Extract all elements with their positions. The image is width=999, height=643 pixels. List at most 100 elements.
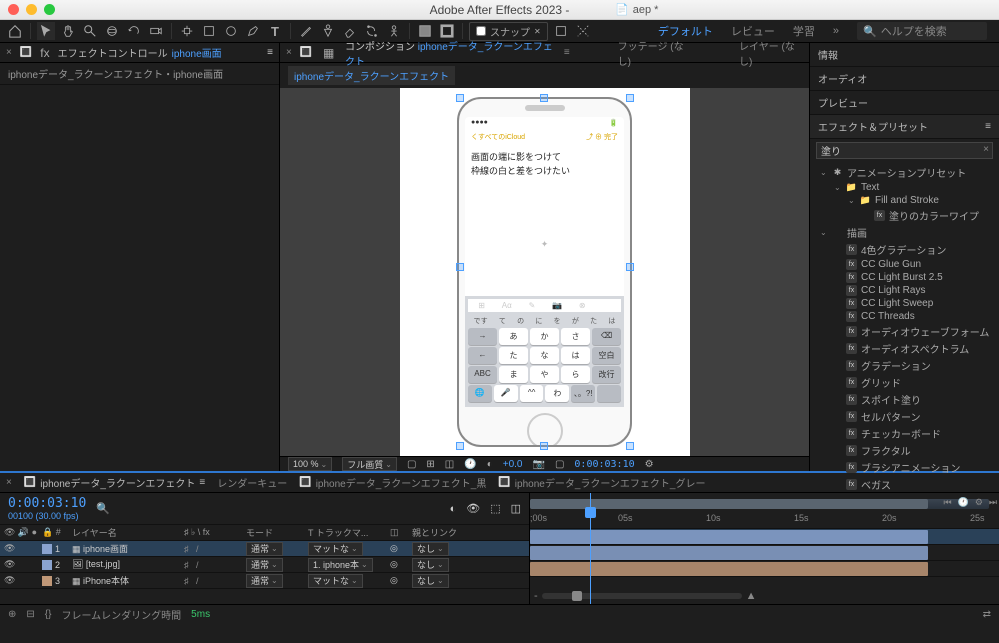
viewer[interactable]: ●●●●🔋 くすべてのiCloud ⤴ ⊕ 完了 画面の端に影をつけて 枠線の白…: [280, 88, 809, 456]
help-search[interactable]: 🔍 ヘルプを検索: [857, 22, 987, 40]
panel-lock-icon[interactable]: 🔳: [20, 47, 32, 58]
rect-tool-icon[interactable]: [200, 22, 218, 40]
hand-tool-icon[interactable]: [59, 22, 77, 40]
layer-tab[interactable]: レイヤー (なし): [739, 38, 803, 68]
effect-item[interactable]: fxCC Light Rays: [810, 284, 999, 297]
anchor-tool-icon[interactable]: [178, 22, 196, 40]
minimize-button[interactable]: [26, 4, 37, 15]
effect-item[interactable]: fxスポイト塗り: [810, 391, 999, 408]
effect-item[interactable]: ⌄📁Text: [810, 181, 999, 194]
info-panel-header[interactable]: 情報: [810, 43, 999, 67]
effect-item[interactable]: fx4色グラデーション: [810, 241, 999, 258]
tl-close-icon[interactable]: ×: [6, 477, 12, 488]
tl-nav-icon[interactable]: ⚙: [975, 497, 983, 508]
timeline-tab-3[interactable]: 🔳 iphoneデータ_ラクーンエフェクト_グレー: [498, 475, 705, 490]
effect-item[interactable]: fxセルパターン: [810, 408, 999, 425]
effect-item[interactable]: ⌄描画: [810, 224, 999, 241]
panel-options-icon[interactable]: ≡: [267, 47, 273, 58]
footage-tab[interactable]: フッテージ (なし): [618, 38, 691, 68]
effect-item[interactable]: fxオーディオスペクトラム: [810, 340, 999, 357]
composition-tab[interactable]: コンポジション iphoneデータ_ラクーンエフェクト: [345, 38, 556, 68]
timeline-track[interactable]: [530, 529, 999, 545]
effects-presets-header[interactable]: エフェクト＆プリセット≡: [810, 115, 999, 139]
tl-switch-icon[interactable]: ⇄: [983, 609, 991, 620]
tl-opt-icon[interactable]: ⬚: [490, 502, 500, 515]
tl-opt-icon[interactable]: 👁: [466, 502, 480, 515]
vf-grid-icon[interactable]: ⊞: [426, 459, 434, 470]
rotate-tool-icon[interactable]: [125, 22, 143, 40]
timeline-search-icon[interactable]: 🔍: [96, 502, 110, 515]
current-timecode[interactable]: 0:00:03:10: [8, 496, 86, 511]
orbit-tool-icon[interactable]: [103, 22, 121, 40]
tl-nav-icon[interactable]: ⏭: [989, 497, 997, 508]
tl-toggle-1-icon[interactable]: ⊕: [8, 609, 16, 620]
close-button[interactable]: [8, 4, 19, 15]
zoom-dropdown[interactable]: 100 %: [288, 457, 332, 471]
preview-panel-header[interactable]: プレビュー: [810, 91, 999, 115]
tl-toggle-3-icon[interactable]: {}: [45, 609, 52, 620]
snap-option-2-icon[interactable]: [574, 22, 592, 40]
footer-timecode[interactable]: 0:00:03:10: [574, 459, 634, 470]
timeline-layer-row[interactable]: 👁 1 ▦ iphone画面 ♯ / 通常 マットな ◎ なし: [0, 541, 529, 557]
effect-item[interactable]: fxチェッカーボード: [810, 425, 999, 442]
effect-item[interactable]: fxグラデーション: [810, 357, 999, 374]
vf-channel-icon[interactable]: ▢: [555, 459, 564, 470]
selection-tool-icon[interactable]: [37, 22, 55, 40]
tl-toggle-2-icon[interactable]: ⊟: [26, 609, 34, 620]
tl-zoom-in-icon[interactable]: ▲: [742, 590, 761, 602]
camera-tool-icon[interactable]: [147, 22, 165, 40]
timeline-track[interactable]: [530, 561, 999, 577]
panel-lock-icon[interactable]: 🔳: [300, 47, 312, 58]
tl-nav-icon[interactable]: ⏮: [943, 497, 951, 508]
vf-snapshot-icon[interactable]: 📷: [533, 459, 545, 470]
timeline-tab-1[interactable]: レンダーキュー: [217, 475, 287, 490]
vf-alpha-icon[interactable]: ◐: [487, 459, 493, 470]
panel-menu-icon[interactable]: ×: [6, 47, 12, 58]
snap-checkbox[interactable]: [476, 26, 486, 36]
source-dropdown[interactable]: iphoneデータ_ラクーンエフェクト: [288, 66, 455, 85]
tl-opt-icon[interactable]: ◐: [450, 503, 457, 515]
clear-search-icon[interactable]: ×: [983, 144, 989, 155]
effect-item[interactable]: fxオーディオウェーブフォーム: [810, 323, 999, 340]
panel-menu-icon[interactable]: ×: [286, 47, 292, 58]
timeline-zoom-slider[interactable]: [542, 593, 742, 599]
effect-item[interactable]: ⌄✱アニメーションプリセット: [810, 164, 999, 181]
timeline-layer-row[interactable]: 👁 3 ▦ iPhone本体 ♯ / 通常 マットな ◎ なし: [0, 573, 529, 589]
timeline-tab-2[interactable]: 🔳 iphoneデータ_ラクーンエフェクト_黒: [299, 475, 486, 490]
effects-search-input[interactable]: [816, 142, 993, 159]
timeline-tab-0[interactable]: 🔳 iphoneデータ_ラクーンエフェクト ≡: [24, 475, 205, 490]
zoom-tool-icon[interactable]: [81, 22, 99, 40]
effect-item[interactable]: ⌄📁Fill and Stroke: [810, 194, 999, 207]
maximize-button[interactable]: [44, 4, 55, 15]
tab-options-icon[interactable]: ≡: [564, 47, 570, 58]
vf-time-icon[interactable]: 🕐: [464, 459, 476, 470]
effect-item[interactable]: fxCC Light Burst 2.5: [810, 271, 999, 284]
vf-more-icon[interactable]: ⚙: [645, 459, 654, 470]
tl-opt-icon[interactable]: ◫: [511, 502, 521, 515]
time-ruler[interactable]: ;00s05s10s15s20s25s ⏮ 🕐 ⚙ ⏭: [530, 493, 999, 529]
home-icon[interactable]: [6, 22, 24, 40]
clone-tool-icon[interactable]: [319, 22, 337, 40]
ellipse-tool-icon[interactable]: [222, 22, 240, 40]
pen-tool-icon[interactable]: [244, 22, 262, 40]
effect-controls-tab[interactable]: エフェクトコントロール iphone画面: [58, 45, 222, 60]
text-tool-icon[interactable]: T: [266, 22, 284, 40]
playhead[interactable]: [590, 493, 591, 604]
vf-mask-icon[interactable]: ◫: [445, 459, 454, 470]
audio-panel-header[interactable]: オーディオ: [810, 67, 999, 91]
quality-dropdown[interactable]: フル画質: [342, 457, 397, 471]
exposure-value[interactable]: +0.0: [503, 459, 523, 470]
effect-item[interactable]: fxCC Light Sweep: [810, 297, 999, 310]
brush-tool-icon[interactable]: [297, 22, 315, 40]
effect-item[interactable]: fxCC Threads: [810, 310, 999, 323]
effect-item[interactable]: fx塗りのカラーワイプ: [810, 207, 999, 224]
vf-icon-1[interactable]: ▢: [407, 459, 416, 470]
tl-zoom-out-icon[interactable]: -: [530, 590, 542, 602]
effect-item[interactable]: fxグリッド: [810, 374, 999, 391]
tl-nav-icon[interactable]: 🕐: [958, 497, 969, 508]
timeline-track[interactable]: [530, 545, 999, 561]
effect-item[interactable]: fxCC Glue Gun: [810, 258, 999, 271]
timeline-layer-row[interactable]: 👁 2 🖼 [test.jpg] ♯ / 通常 1. iphone本 ◎ なし: [0, 557, 529, 573]
effect-item[interactable]: fxフラクタル: [810, 442, 999, 459]
workspace-more-icon[interactable]: »: [833, 25, 839, 37]
